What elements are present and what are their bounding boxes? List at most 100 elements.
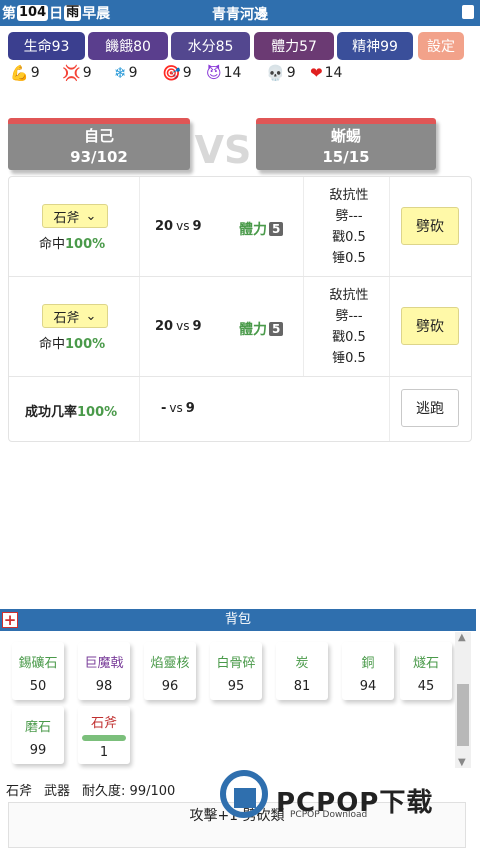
bag-item-selected[interactable]: 石斧 1	[78, 706, 130, 764]
attr-value: 14	[324, 65, 343, 81]
hit-pct: 100%	[65, 337, 106, 352]
item-name: 燧石	[412, 656, 439, 671]
item-name: 巨魔戟	[84, 656, 124, 671]
vs-label: VS	[194, 128, 252, 172]
stamina-label: 體力	[239, 322, 267, 338]
escape-vs: vs	[169, 401, 183, 415]
hit-rate: 命中100%	[39, 333, 105, 352]
escape-row: 成功几率100% - vs 9 逃跑	[9, 377, 471, 441]
chop-button[interactable]: 劈砍	[401, 207, 459, 245]
info-item-type: 武器	[44, 783, 71, 799]
stat-bar: 生命93 饑餓80 水分85 體力57 精神99 設定	[8, 32, 472, 60]
stamina-value: 5	[269, 322, 284, 336]
stat-hunger-button[interactable]: 饑餓80	[88, 32, 168, 60]
enemy-resistance: 敌抗性 劈--- 戳0.5 锤0.5	[309, 285, 389, 369]
hit-rate: 命中100%	[39, 233, 105, 252]
durability-bar	[82, 735, 126, 741]
damage-vs: vs	[176, 319, 190, 333]
attr-value: 9	[128, 65, 138, 81]
weapon-select[interactable]: 石斧 ⌄	[42, 304, 108, 328]
enemy-name: 蜥蜴	[330, 127, 361, 145]
location-title: 青青河邊	[212, 7, 268, 23]
resist-stab: 戳0.5	[332, 230, 366, 245]
scroll-down-icon[interactable]: ▼	[458, 757, 466, 768]
chop-button[interactable]: 劈砍	[401, 307, 459, 345]
info-durability: 耐久度: 99/100	[82, 783, 176, 799]
enemy-resistance: 敌抗性 劈--- 戳0.5 锤0.5	[309, 185, 389, 269]
attr-cold: ❄ 9	[114, 64, 138, 82]
bag-item[interactable]: 白骨碎 95	[210, 642, 262, 700]
escape-compare: - vs 9	[161, 401, 195, 416]
attr-value: 14	[223, 65, 242, 81]
target-icon: 🎯	[162, 64, 181, 82]
bag-grid: 錫礦石 50 巨魔戟 98 焰靈核 96 白骨碎 95 炭 81 銅 94 燧石…	[0, 632, 476, 770]
watermark-logo: PCPOP下载 PCPOP Download	[220, 770, 470, 840]
resist-chop: 劈---	[335, 209, 363, 224]
stamina-value: 5	[269, 222, 284, 236]
item-name: 錫礦石	[18, 656, 58, 671]
weapon-name: 石斧	[53, 310, 80, 326]
item-count: 99	[29, 743, 47, 758]
attack-row: 石斧 ⌄ 命中100% 20 vs 9 體力 5 敌抗性 劈--- 戳0.5 锤0.5…	[9, 277, 471, 377]
hit-pct: 100%	[65, 237, 106, 252]
escape-chance: 成功几率100%	[25, 401, 117, 420]
self-name: 自己	[83, 127, 114, 145]
settings-button[interactable]: 設定	[418, 32, 464, 60]
resist-hammer: 锤0.5	[332, 351, 366, 366]
attr-value: 9	[30, 65, 40, 81]
chevron-down-icon: ⌄	[85, 308, 97, 324]
bag-item[interactable]: 銅 94	[342, 642, 394, 700]
item-name: 焰靈核	[150, 656, 190, 671]
stamina-label: 體力	[239, 222, 267, 238]
attr-evil: 😈 14	[206, 64, 241, 82]
damage-enemy: 9	[192, 319, 202, 334]
attr-strength: 💪 9	[10, 64, 40, 82]
top-bar: 第 104 日 雨 早晨 青青河邊	[0, 0, 480, 26]
bag-item[interactable]: 錫礦石 50	[12, 642, 64, 700]
damage-vs: vs	[176, 219, 190, 233]
battle-panel: 石斧 ⌄ 命中100% 20 vs 9 體力 5 敌抗性 劈--- 戳0.5 锤0.5…	[8, 176, 472, 442]
menu-toggle[interactable]	[462, 5, 474, 19]
bag-scrollbar[interactable]: ▲ ▼	[455, 632, 471, 768]
damage-self: 20	[155, 219, 174, 234]
attr-value: 9	[82, 65, 92, 81]
stamina-cost: 體力 5	[239, 319, 284, 339]
bag-item[interactable]: 焰靈核 96	[144, 642, 196, 700]
escape-self: -	[161, 401, 167, 416]
hit-label: 命中	[39, 337, 66, 352]
plus-icon[interactable]: +	[2, 612, 18, 628]
scroll-thumb[interactable]	[457, 684, 469, 746]
attr-value: 9	[286, 65, 296, 81]
stamina-cost: 體力 5	[239, 219, 284, 239]
escape-label: 成功几率	[25, 405, 78, 420]
anger-icon: 💢	[62, 64, 81, 82]
stat-health-button[interactable]: 生命93	[8, 32, 85, 60]
attr-accuracy: 🎯 9	[162, 64, 192, 82]
escape-button[interactable]: 逃跑	[401, 389, 459, 427]
devil-icon: 😈	[206, 64, 222, 82]
bag-item[interactable]: 燧石 45	[400, 642, 452, 700]
item-count: 94	[359, 679, 377, 694]
scroll-up-icon[interactable]: ▲	[458, 632, 466, 643]
attr-anger: 💢 9	[62, 64, 92, 82]
weapon-select[interactable]: 石斧 ⌄	[42, 204, 108, 228]
bag-item[interactable]: 磨石 99	[12, 706, 64, 764]
stat-stamina-button[interactable]: 體力57	[254, 32, 334, 60]
watermark-subtext: PCPOP Download	[290, 810, 368, 820]
bag-item[interactable]: 巨魔戟 98	[78, 642, 130, 700]
resist-hammer: 锤0.5	[332, 251, 366, 266]
item-count: 96	[161, 679, 179, 694]
bag-item[interactable]: 炭 81	[276, 642, 328, 700]
item-count: 95	[227, 679, 245, 694]
skull-icon: 💀	[266, 64, 285, 82]
item-name: 磨石	[24, 720, 51, 735]
info-item-name: 石斧	[6, 783, 33, 799]
resist-stab: 戳0.5	[332, 330, 366, 345]
stat-spirit-button[interactable]: 精神99	[337, 32, 413, 60]
item-count: 98	[95, 679, 113, 694]
stat-water-button[interactable]: 水分85	[171, 32, 250, 60]
attr-death: 💀 9	[266, 64, 296, 82]
item-count: 45	[417, 679, 435, 694]
attr-love: ❤ 14	[310, 64, 342, 82]
damage-compare: 20 vs 9	[155, 219, 202, 234]
